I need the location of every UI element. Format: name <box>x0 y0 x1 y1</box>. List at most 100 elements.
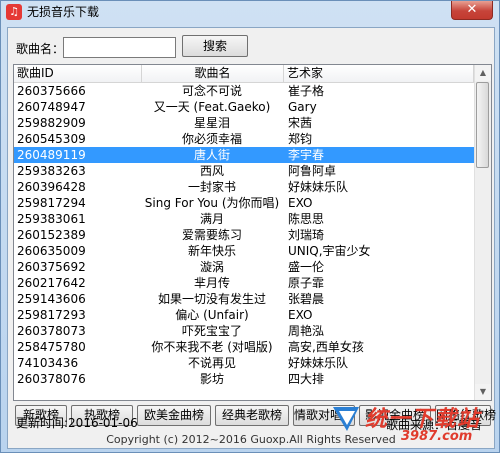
song-id-cell: 258475780 <box>17 340 86 354</box>
column-header-artist[interactable]: 艺术家 <box>284 65 474 82</box>
song-name-cell: Sing For You (为你而唱) <box>144 196 280 210</box>
search-button[interactable]: 搜索 <box>182 35 248 57</box>
song-name-cell: 满月 <box>199 212 224 226</box>
song-name-cell: 芈月传 <box>193 276 230 290</box>
song-id-cell: 260545309 <box>17 132 86 146</box>
song-id-cell: 260635009 <box>17 244 86 258</box>
scroll-up-icon[interactable]: ▲ <box>475 65 491 81</box>
table-row[interactable]: 260545309 你必须幸福 郑钧 <box>14 131 474 147</box>
song-id-cell: 260396428 <box>17 180 86 194</box>
song-id-cell: 260489119 <box>17 148 86 162</box>
list-header: 歌曲ID 歌曲名 艺术家 <box>14 65 474 83</box>
column-header-song-name[interactable]: 歌曲名 <box>142 65 284 82</box>
update-time: 更新时间:2016-01-06 <box>16 416 138 430</box>
song-id-cell: 259383061 <box>17 212 86 226</box>
song-name-cell: 吓死宝宝了 <box>181 324 242 338</box>
song-id-cell: 260375692 <box>17 260 86 274</box>
song-name-cell: 不说再见 <box>187 356 236 370</box>
artist-cell: 盛一伦 <box>288 260 325 274</box>
watermark-logo-icon <box>333 407 359 431</box>
vertical-scrollbar[interactable]: ▲ ▼ <box>474 65 491 400</box>
song-id-cell: 259882909 <box>17 116 86 130</box>
artist-cell: 好妹妹乐队 <box>288 356 349 370</box>
client-area: 歌曲名： 搜索 歌曲ID 歌曲名 艺术家 260375666 可念不可说 崔子格 26… <box>7 27 496 449</box>
table-row[interactable]: 260375666 可念不可说 崔子格 <box>14 83 474 99</box>
song-name-cell: 爱需要练习 <box>181 228 242 242</box>
artist-cell: 周艳泓 <box>288 324 325 338</box>
window-title: 无损音乐下载 <box>27 5 100 19</box>
song-id-cell: 260378076 <box>17 372 86 386</box>
table-row[interactable]: 259817293 偏心 (Unfair) EXO <box>14 307 474 323</box>
song-name-input[interactable] <box>63 37 176 58</box>
song-id-cell: 260152389 <box>17 228 86 242</box>
artist-cell: EXO <box>288 308 313 322</box>
song-id-cell: 74103436 <box>17 356 79 370</box>
scroll-down-icon[interactable]: ▼ <box>475 384 491 400</box>
watermark-url: 3987.com <box>401 429 473 444</box>
song-id-cell: 260217642 <box>17 276 86 290</box>
song-name-cell: 你必须幸福 <box>181 132 242 146</box>
song-name-cell: 可念不可说 <box>181 84 242 98</box>
table-row[interactable]: 259383061 满月 陈思思 <box>14 211 474 227</box>
column-header-song-id[interactable]: 歌曲ID <box>14 65 142 82</box>
artist-cell: 阿鲁阿卓 <box>288 164 337 178</box>
song-name-cell: 你不来我不老 (对唱版) <box>151 340 273 354</box>
list-rows: 260375666 可念不可说 崔子格 260748947 又一天 (Feat.Gaek… <box>14 83 474 387</box>
song-name-cell: 星星泪 <box>193 116 230 130</box>
artist-cell: 高安,西单女孩 <box>288 340 364 354</box>
artist-cell: EXO <box>288 196 313 210</box>
table-row[interactable]: 260152389 爱需要练习 刘瑞琦 <box>14 227 474 243</box>
artist-cell: UNIQ,宇宙少女 <box>288 244 371 258</box>
scroll-thumb[interactable] <box>476 82 489 168</box>
artist-cell: 刘瑞琦 <box>288 228 325 242</box>
artist-cell: Gary <box>288 100 317 114</box>
artist-cell: 四大排 <box>288 372 325 386</box>
artist-cell: 宋茜 <box>288 116 313 130</box>
song-id-cell: 259817294 <box>17 196 86 210</box>
app-window: ♫ 无损音乐下载 ✕ 歌曲名： 搜索 歌曲ID 歌曲名 艺术家 26037566… <box>0 0 500 453</box>
song-id-cell: 260378073 <box>17 324 86 338</box>
song-name-cell: 影坊 <box>199 372 224 386</box>
table-row[interactable]: 260375692 漩涡 盛一伦 <box>14 259 474 275</box>
table-row[interactable]: 260635009 新年快乐 UNIQ,宇宙少女 <box>14 243 474 259</box>
table-row[interactable]: 74103436 不说再见 好妹妹乐队 <box>14 355 474 371</box>
table-row[interactable]: 259383263 西风 阿鲁阿卓 <box>14 163 474 179</box>
music-app-icon: ♫ <box>6 4 22 20</box>
song-name-label: 歌曲名： <box>16 42 65 56</box>
classic-oldies-chart-button[interactable]: 经典老歌榜 <box>215 405 289 426</box>
song-name-cell: 西风 <box>199 164 224 178</box>
table-row[interactable]: 260489119 唐人街 李宇春 <box>14 147 474 163</box>
song-name-cell: 一封家书 <box>187 180 236 194</box>
artist-cell: 陈思思 <box>288 212 325 226</box>
song-id-cell: 260375666 <box>17 84 86 98</box>
song-name-cell: 新年快乐 <box>187 244 236 258</box>
song-id-cell: 259817293 <box>17 308 86 322</box>
table-row[interactable]: 260217642 芈月传 原子霏 <box>14 275 474 291</box>
song-name-cell: 偏心 (Unfair) <box>175 308 249 322</box>
song-name-cell: 漩涡 <box>199 260 224 274</box>
song-name-cell: 唐人街 <box>193 148 230 162</box>
table-row[interactable]: 260378073 吓死宝宝了 周艳泓 <box>14 323 474 339</box>
table-row[interactable]: 260396428 一封家书 好妹妹乐队 <box>14 179 474 195</box>
song-name-cell: 如果一切没有发生过 <box>157 292 266 306</box>
song-list[interactable]: 歌曲ID 歌曲名 艺术家 260375666 可念不可说 崔子格 260748947 又… <box>13 64 492 401</box>
artist-cell: 崔子格 <box>288 84 325 98</box>
table-row[interactable]: 260748947 又一天 (Feat.Gaeko) Gary <box>14 99 474 115</box>
table-row[interactable]: 260378076 影坊 四大排 <box>14 371 474 387</box>
table-row[interactable]: 258475780 你不来我不老 (对唱版) 高安,西单女孩 <box>14 339 474 355</box>
artist-cell: 原子霏 <box>288 276 325 290</box>
table-row[interactable]: 259882909 星星泪 宋茜 <box>14 115 474 131</box>
table-row[interactable]: 259817294 Sing For You (为你而唱) EXO <box>14 195 474 211</box>
artist-cell: 好妹妹乐队 <box>288 180 349 194</box>
title-bar[interactable]: ♫ 无损音乐下载 ✕ <box>1 1 499 23</box>
song-id-cell: 259143606 <box>17 292 86 306</box>
western-hits-chart-button[interactable]: 欧美金曲榜 <box>137 405 211 426</box>
song-id-cell: 259383263 <box>17 164 86 178</box>
artist-cell: 李宇春 <box>288 148 325 162</box>
site-watermark: 统一下载站 3987.com <box>331 399 495 451</box>
artist-cell: 张碧晨 <box>288 292 325 306</box>
song-name-cell: 又一天 (Feat.Gaeko) <box>153 100 271 114</box>
table-row[interactable]: 259143606 如果一切没有发生过 张碧晨 <box>14 291 474 307</box>
artist-cell: 郑钧 <box>288 132 313 146</box>
close-button[interactable]: ✕ <box>451 1 493 20</box>
